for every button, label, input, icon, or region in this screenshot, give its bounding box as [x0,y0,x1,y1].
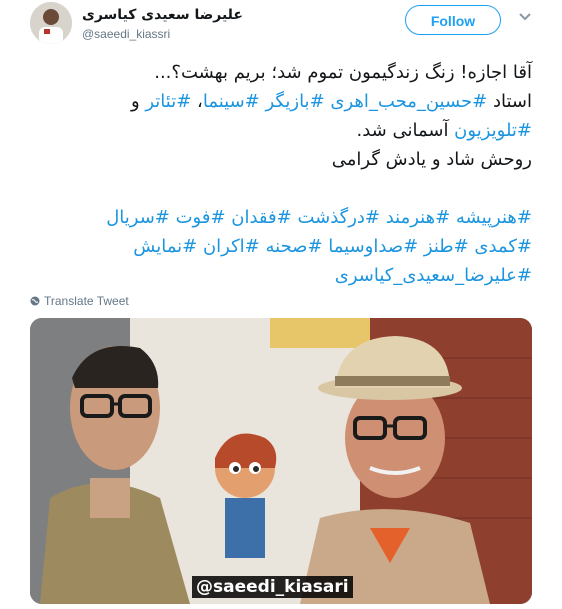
hashtag-link[interactable]: #تلویزیون [454,120,532,141]
tweet-line: استاد #حسین_محب_اهری #بازیگر #سینما، #تئ… [30,87,532,116]
text-fragment: استاد [487,91,532,112]
hashtag-link[interactable]: #بازیگر [266,91,325,112]
hashtag-link[interactable]: #تئاتر [145,91,191,112]
hashtag-link[interactable]: #سینما [203,91,260,112]
hashtag-line[interactable]: #کمدی #طنز #صداوسیما #صحنه #اکران #نمایش [30,232,532,261]
chevron-down-icon[interactable] [518,12,532,22]
avatar[interactable] [30,2,72,44]
translate-label[interactable]: Translate Tweet [44,294,129,308]
tweet-line: #تلویزیون آسمانی شد. [30,116,532,145]
hashtag-line[interactable]: #علیرضا_سعیدی_کیاسری [30,261,532,290]
hashtag-line[interactable]: #هنرپیشه #هنرمند #درگذشت #فقدان #فوت #سر… [30,203,532,232]
tweet-text: آقا اجازه! زنگ زندگیمون تموم شد؛ بریم به… [30,58,532,290]
text-fragment: آسمانی شد. [356,120,455,141]
tweet-photo[interactable]: @saeedi_kiasari [30,318,532,604]
text-fragment: و [130,91,146,112]
user-handle[interactable]: @saeedi_kiassri [82,27,170,41]
tweet-line: آقا اجازه! زنگ زندگیمون تموم شد؛ بریم به… [154,62,532,83]
avatar-image [30,2,72,44]
tweet-header: علیرضا سعیدی کیاسری @saeedi_kiassri Foll… [0,0,562,52]
globe-icon [30,296,40,306]
text-fragment: ، [191,91,203,112]
display-name[interactable]: علیرضا سعیدی کیاسری [82,7,243,23]
hashtag-link[interactable]: #حسین_محب_اهری [330,91,487,112]
photo-illustration [30,318,532,604]
photo-watermark: @saeedi_kiasari [192,576,353,598]
translate-tweet-link[interactable]: Translate Tweet [30,293,129,309]
tweet-line: روحش شاد و یادش گرامی [331,149,532,170]
follow-button[interactable]: Follow [405,5,501,35]
